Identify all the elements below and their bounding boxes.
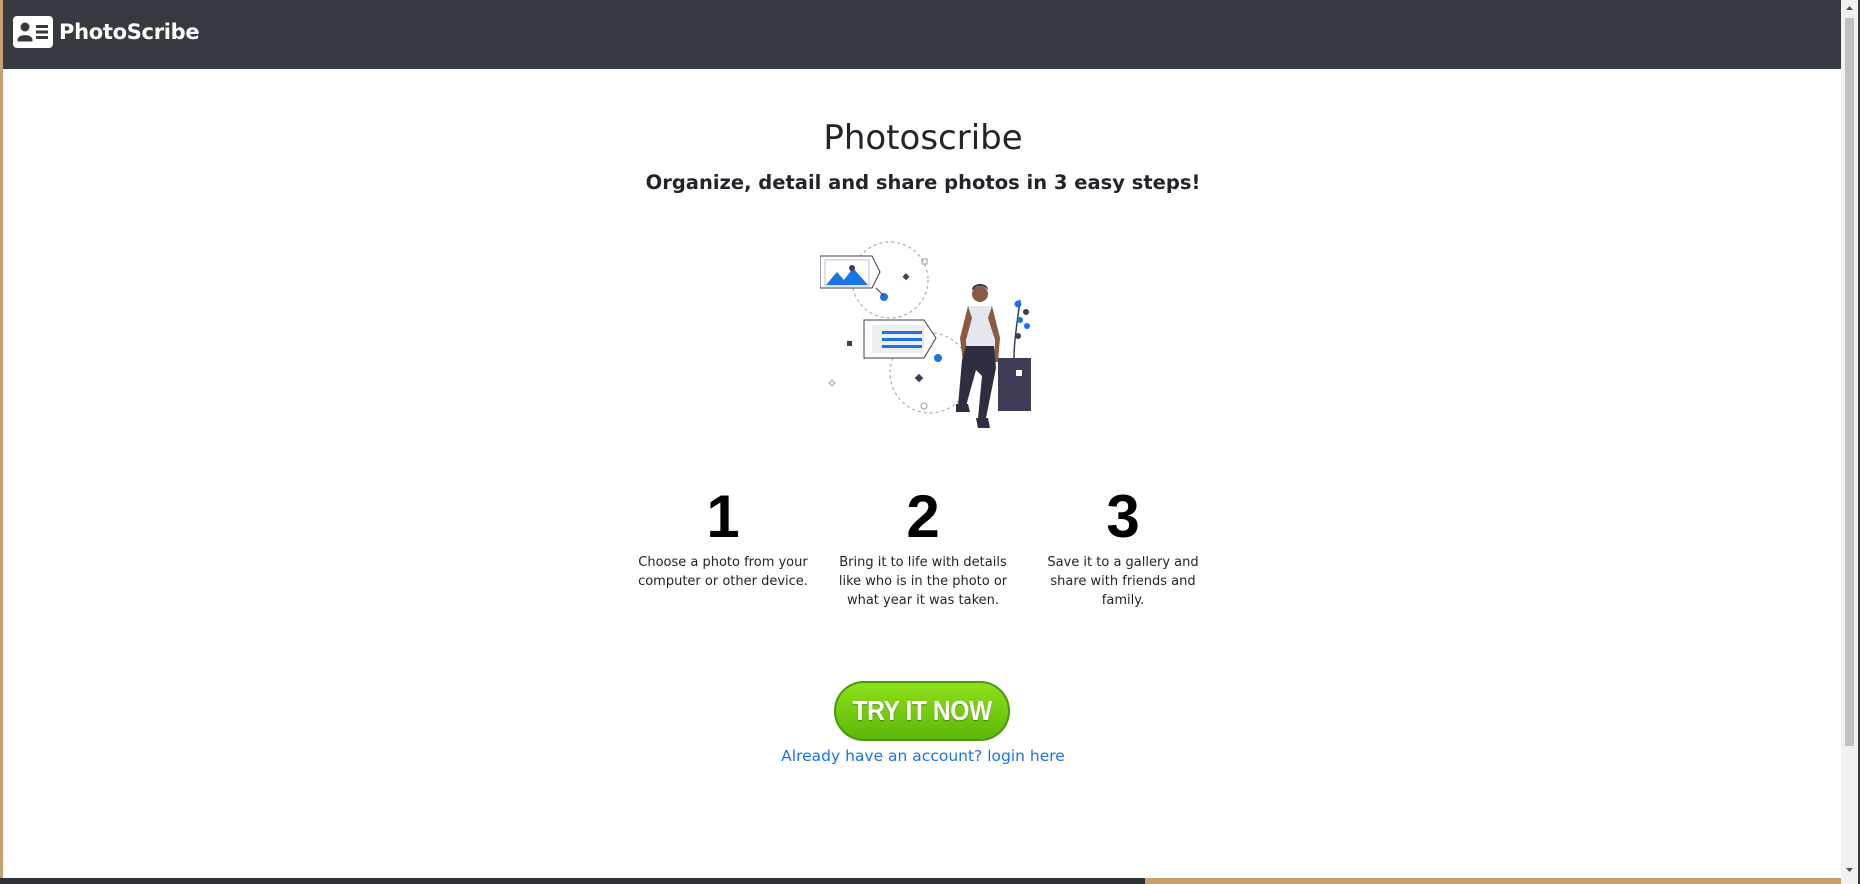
- brand-link[interactable]: PhotoScribe: [13, 16, 200, 48]
- scrollbar-thumb[interactable]: [1845, 18, 1854, 746]
- try-it-now-button[interactable]: TRY IT NOW: [834, 681, 1010, 741]
- step-description: Bring it to life with details like who i…: [838, 555, 1008, 608]
- scroll-down-arrow-icon[interactable]: [1841, 862, 1858, 878]
- step-description: Save it to a gallery and share with frie…: [1047, 555, 1199, 608]
- step-2: 2 Bring it to life with details like who…: [828, 487, 1018, 610]
- step-number: 2: [906, 483, 940, 550]
- step-number: 1: [706, 483, 740, 550]
- page-subtitle: Organize, detail and share photos in 3 e…: [645, 171, 1201, 194]
- brand-name: PhotoScribe: [59, 20, 200, 44]
- step-number: 3: [1106, 483, 1140, 550]
- taskbar-accent: [1145, 878, 1841, 884]
- hero-illustration: [819, 238, 1040, 438]
- step-description: Choose a photo from your computer or oth…: [638, 555, 808, 589]
- step-3: 3 Save it to a gallery and share with fr…: [1028, 487, 1218, 610]
- page-title: Photoscribe: [823, 118, 1023, 158]
- try-it-now-label: TRY IT NOW: [852, 695, 992, 726]
- scroll-up-arrow-icon[interactable]: [1841, 0, 1858, 16]
- step-1: 1 Choose a photo from your computer or o…: [628, 487, 818, 591]
- top-navbar: PhotoScribe: [3, 0, 1841, 69]
- id-card-icon: [13, 16, 53, 48]
- login-link[interactable]: Already have an account? login here: [0, 747, 1846, 765]
